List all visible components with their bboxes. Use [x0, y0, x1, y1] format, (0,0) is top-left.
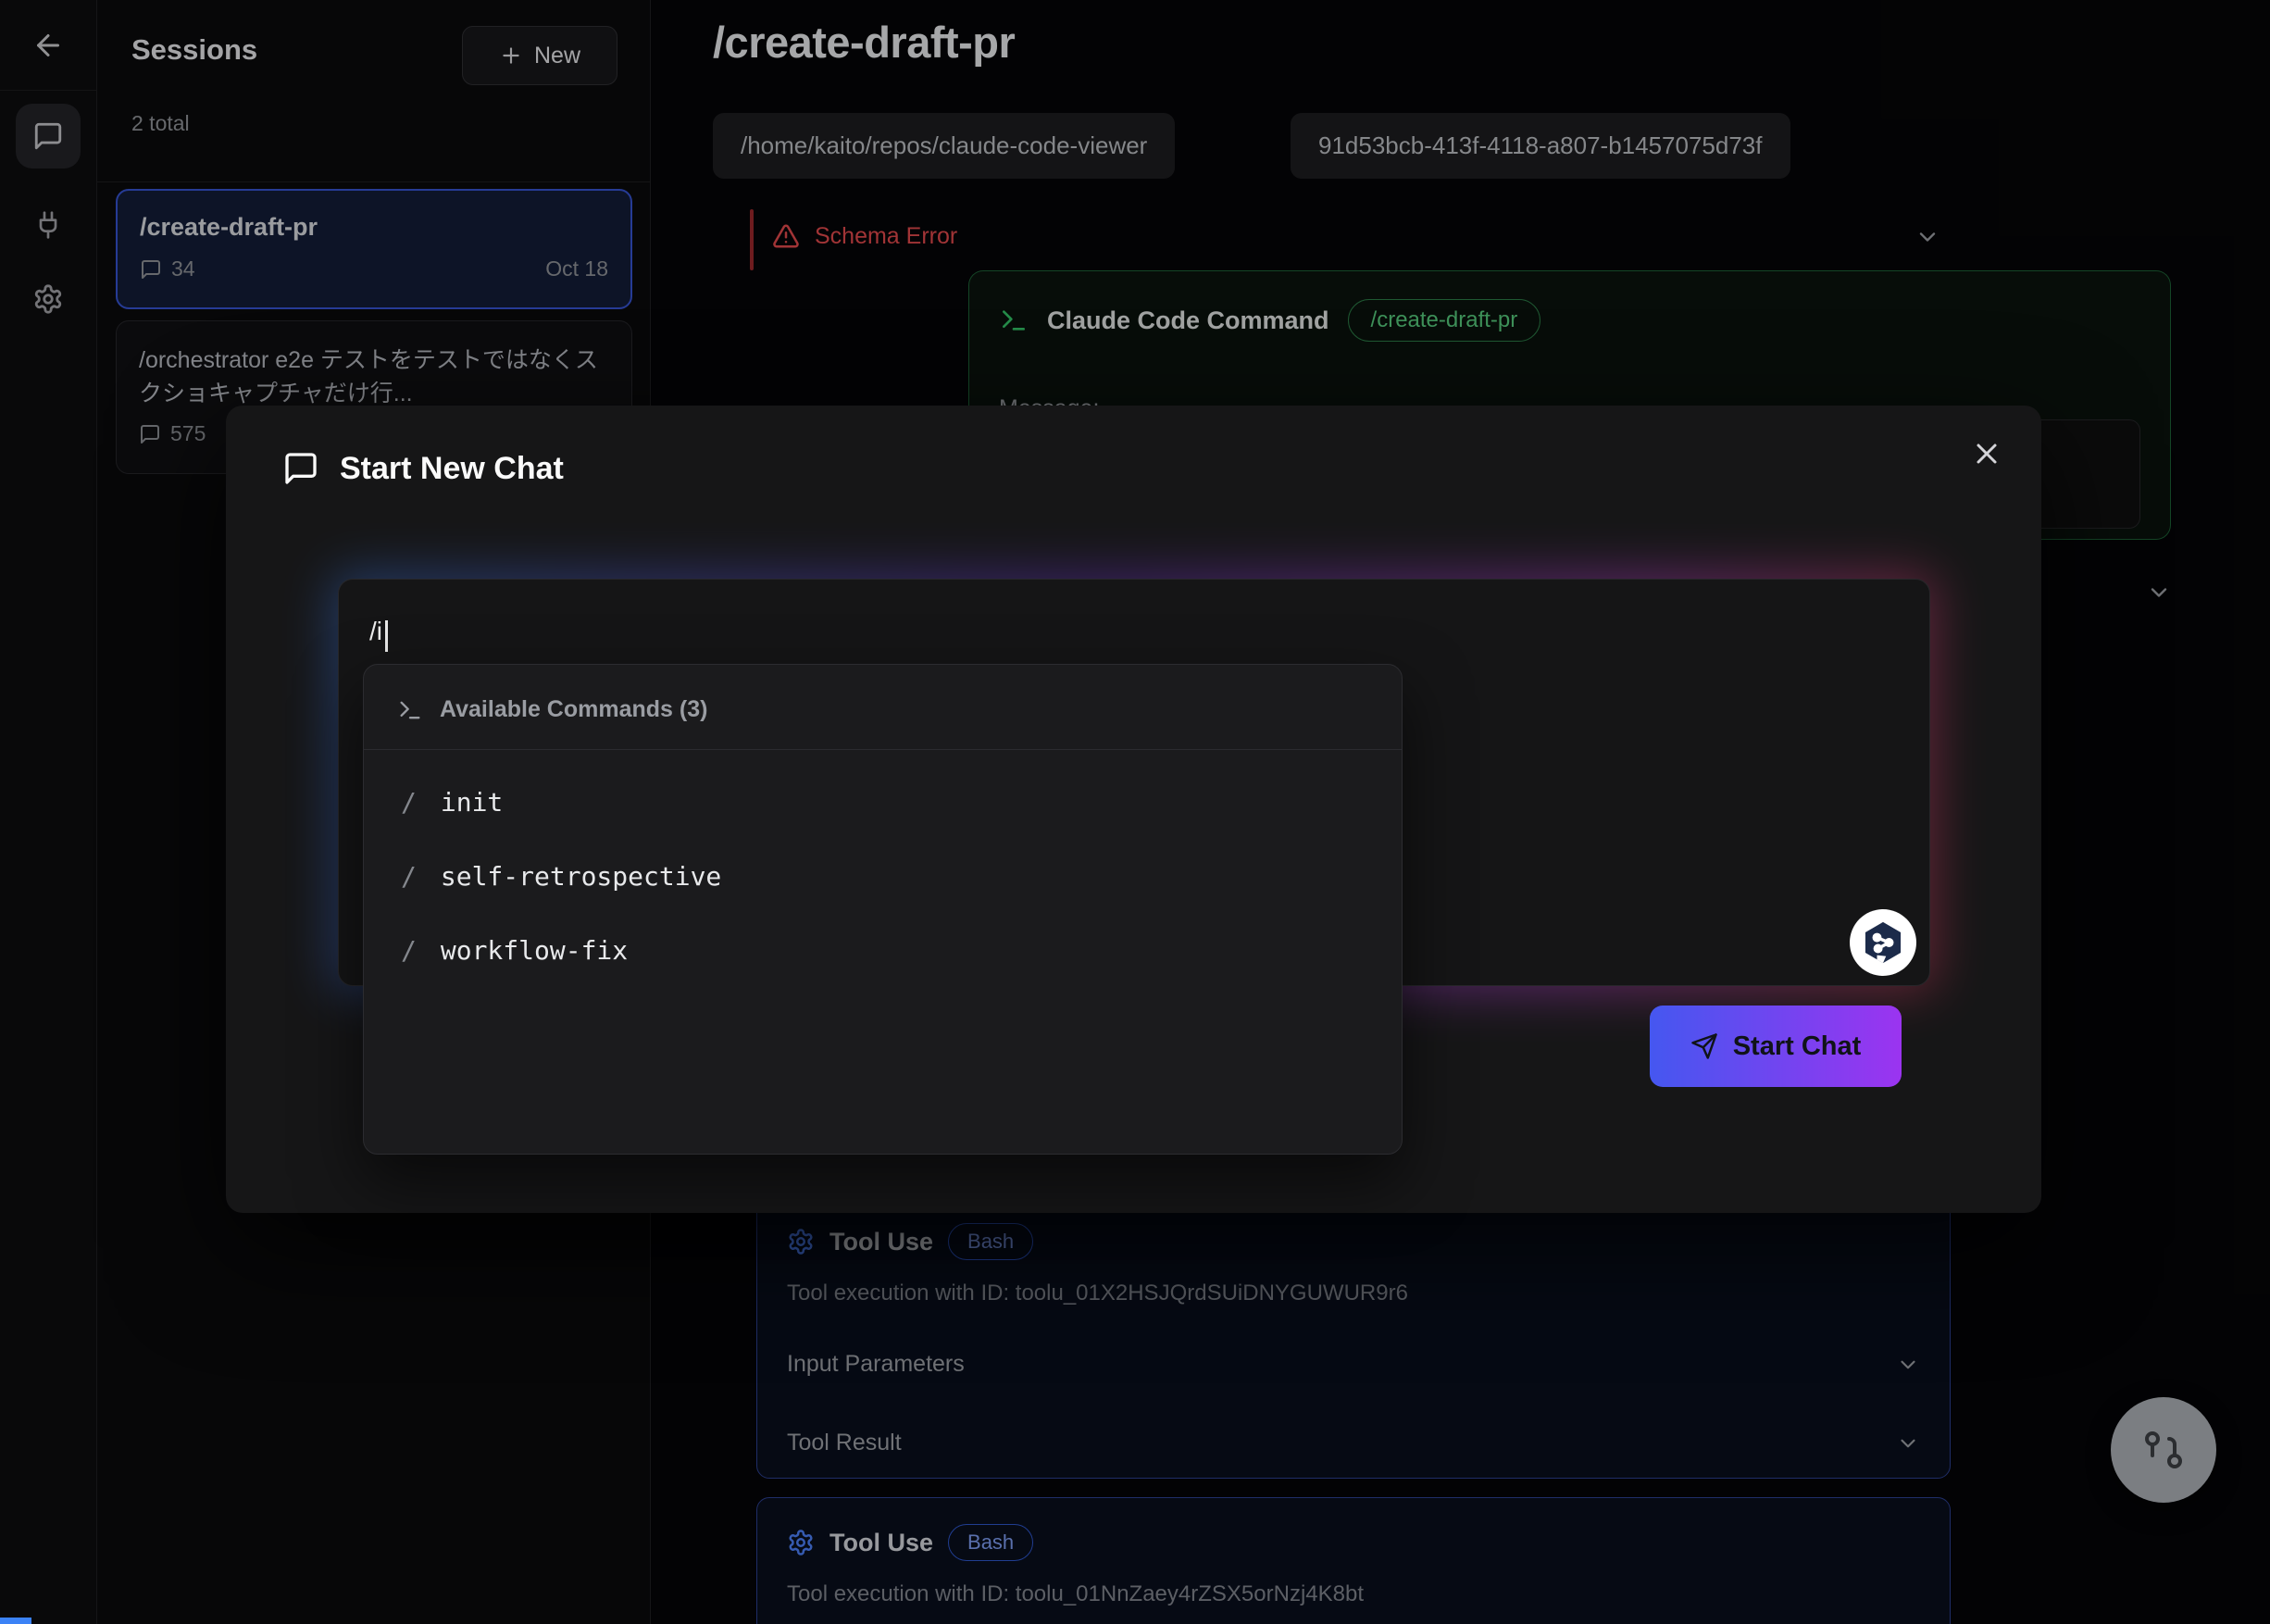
- command-option-init[interactable]: / init: [364, 765, 1402, 839]
- dev-indicator: [0, 1618, 31, 1624]
- command-prefix: /: [401, 861, 417, 892]
- command-option-self-retrospective[interactable]: / self-retrospective: [364, 839, 1402, 913]
- command-name: workflow-fix: [441, 935, 628, 966]
- text-caret: [385, 620, 388, 652]
- hexagon-share-logo-icon: [1859, 918, 1907, 967]
- send-icon: [1690, 1032, 1718, 1060]
- terminal-icon: [397, 697, 423, 723]
- command-prefix: /: [401, 935, 417, 966]
- git-branch-fab[interactable]: [2111, 1397, 2216, 1503]
- claude-code-logo-button[interactable]: [1850, 909, 1916, 976]
- close-icon[interactable]: [1964, 431, 2009, 476]
- git-branch-icon: [2141, 1428, 2186, 1472]
- command-prefix: /: [401, 787, 417, 818]
- command-name: init: [441, 787, 503, 818]
- app-root: Sessions New 2 total /create-draft-pr 34…: [0, 0, 2270, 1624]
- start-new-chat-modal: Start New Chat /i: [226, 406, 2041, 1213]
- command-option-workflow-fix[interactable]: / workflow-fix: [364, 913, 1402, 987]
- modal-title: Start New Chat: [340, 451, 564, 487]
- chat-bubble-icon: [282, 450, 319, 487]
- message-input-value: /i: [369, 617, 382, 645]
- available-commands-dropdown: Available Commands (3) / init / self-ret…: [363, 664, 1403, 1155]
- start-chat-button[interactable]: Start Chat: [1650, 1006, 1902, 1087]
- command-name: self-retrospective: [441, 861, 721, 892]
- start-chat-label: Start Chat: [1733, 1031, 1862, 1062]
- dropdown-header: Available Commands (3): [440, 696, 707, 723]
